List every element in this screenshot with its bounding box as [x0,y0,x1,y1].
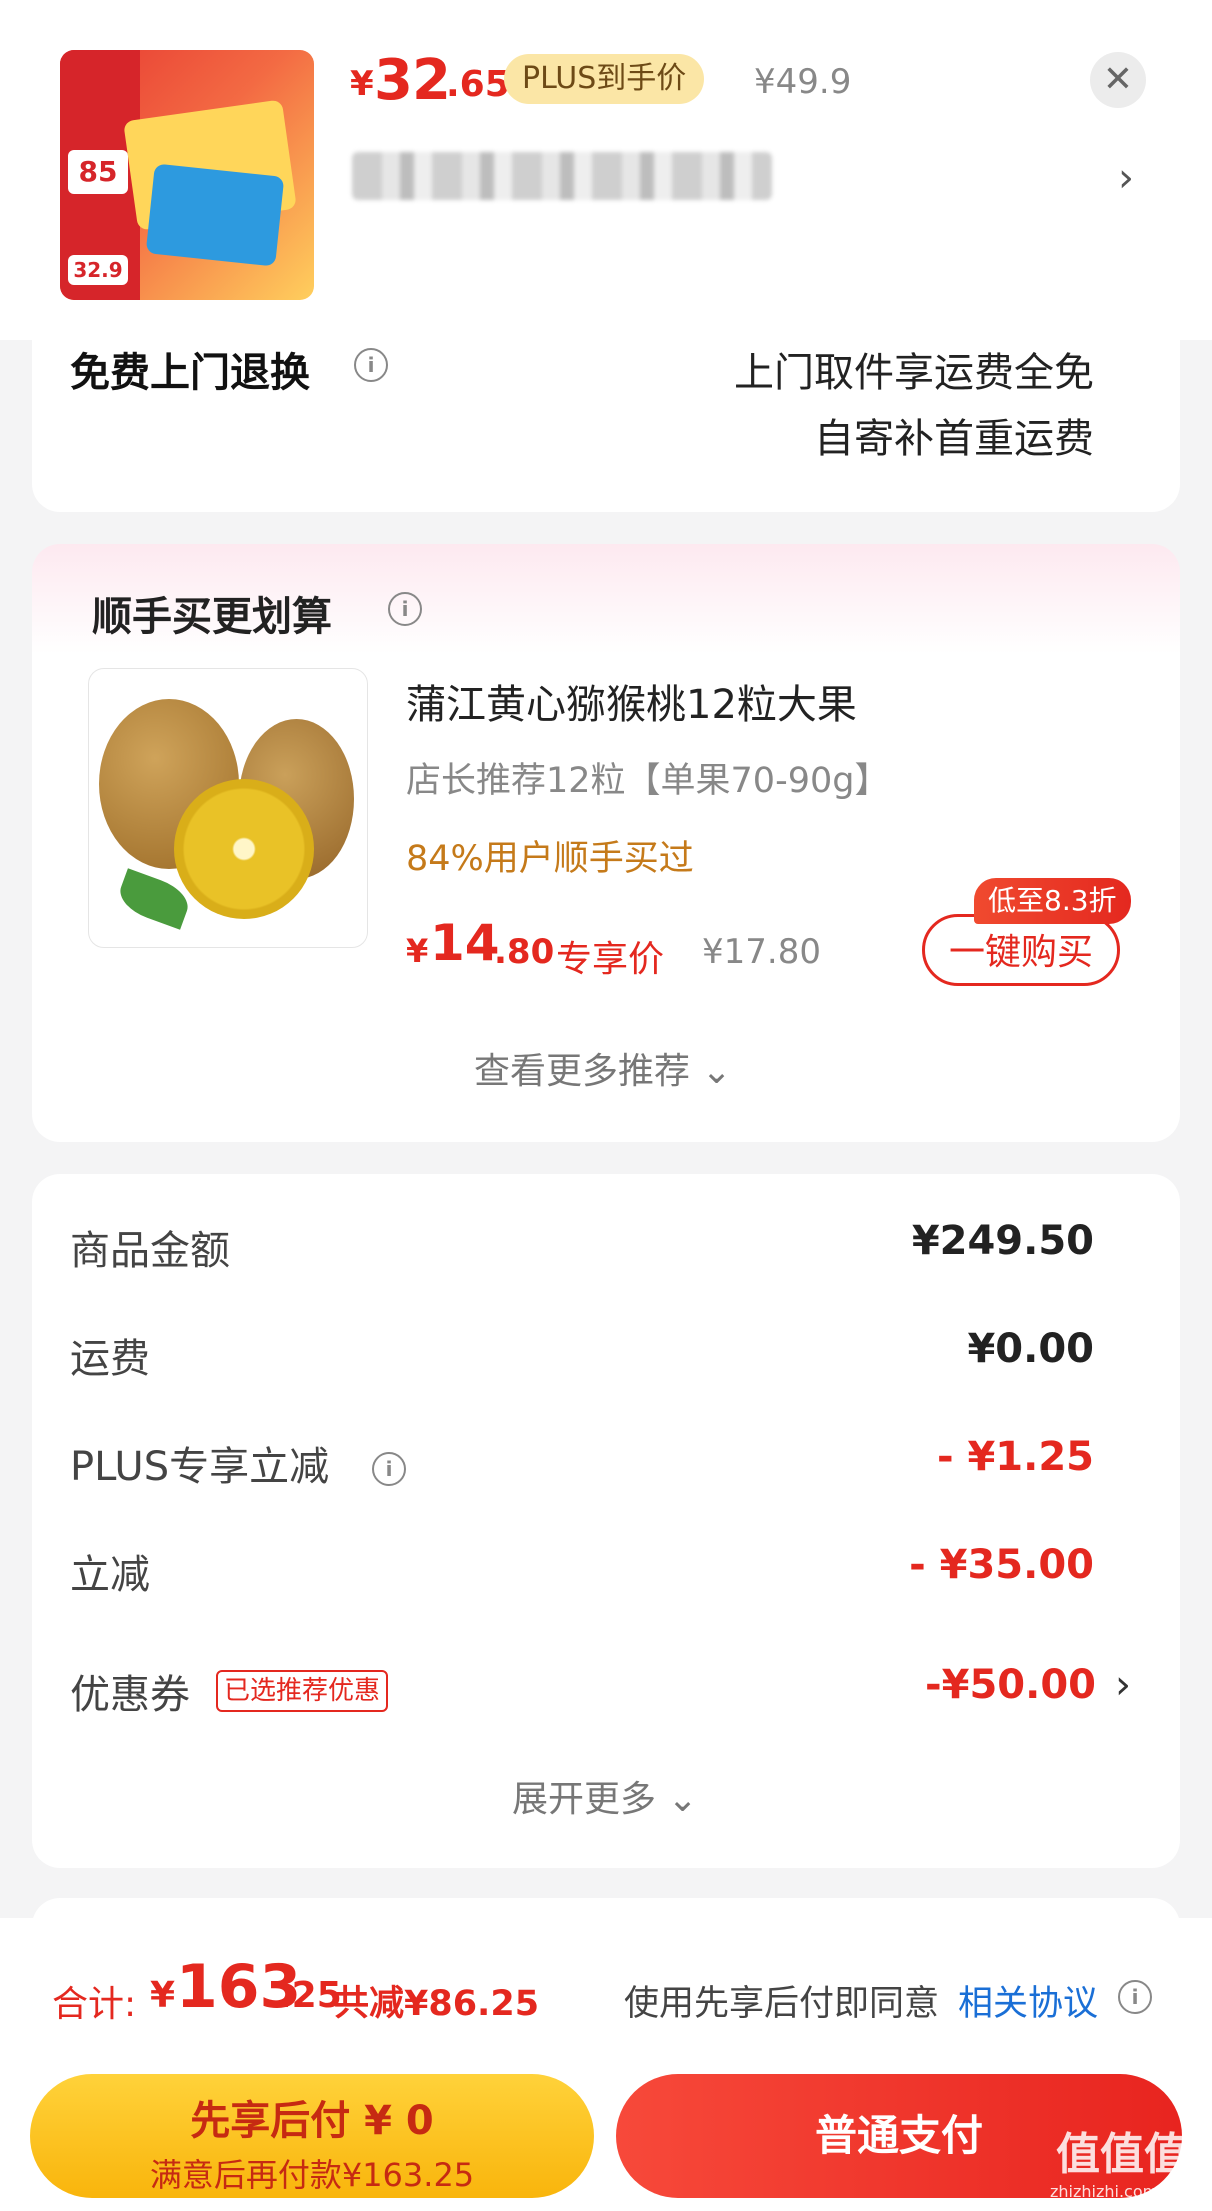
pay-later-label: 先享后付 ¥ 0 [190,2098,434,2144]
summary-value-shipping: ¥0.00 [967,1326,1094,1372]
watermark-logo: 值值值 [1056,2129,1188,2180]
info-icon[interactable]: i [354,348,388,382]
summary-label-goods: 商品金额 [70,1228,230,1274]
pay-later-sublabel: 满意后再付款¥163.25 [149,2156,475,2194]
agreement-link[interactable]: 相关协议 [958,1975,1098,2026]
summary-value-instant-discount: - ¥35.00 [909,1542,1094,1588]
recommendation-product-name[interactable]: 蒲江黄心猕猴桃12粒大果 [406,672,857,730]
plus-price-tag: PLUS到手价 [504,54,705,104]
recommendation-price-integer: 14 [430,914,500,972]
summary-label-shipping: 运费 [70,1336,150,1382]
recommendation-spec: 店长推荐12粒【单果70-90g】 [406,761,890,801]
return-service-line2: 自寄补首重运费 [814,416,1094,462]
expand-more[interactable]: 展开更多 ⌄ [512,1770,698,1822]
return-service-line1: 上门取件享运费全免 [734,350,1094,396]
kiwi-product-image[interactable] [88,668,368,948]
info-icon[interactable]: i [388,592,422,626]
chevron-right-icon[interactable]: › [1118,155,1134,201]
exclusive-price-label: 专享价 [556,939,665,980]
original-price: ¥49.9 [754,62,852,102]
recommendation-price-decimal: .80 [494,932,555,972]
kiwi-slice-graphic [174,779,314,919]
return-service-title: 免费上门退换 [70,350,310,396]
product-thumbnail[interactable]: 85 32.9 [60,50,314,300]
discount-badge: 低至8.3折 [974,878,1131,924]
summary-value-plus-discount: - ¥1.25 [936,1434,1094,1480]
pay-later-button[interactable]: 先享后付 ¥ 0 满意后再付款¥163.25 [30,2074,594,2198]
agreement-text: 使用先享后付即同意 [624,1984,940,2024]
recommendation-price-symbol: ¥ [406,932,429,970]
total-saved: 共减¥86.25 [334,1984,540,2024]
summary-label-coupon[interactable]: 优惠券 [70,1662,190,1720]
thumbnail-badge-32: 32.9 [68,255,128,285]
package-graphic [145,163,285,267]
chevron-right-icon[interactable]: › [1115,1662,1131,1708]
close-icon[interactable]: ✕ [1090,52,1146,108]
summary-value-goods: ¥249.50 [911,1218,1094,1264]
total-decimal: .25 [278,1975,342,2016]
thumbnail-badge-85: 85 [68,150,128,194]
summary-label-plus-discount: PLUS专享立减 [70,1444,330,1490]
price-decimal: .65 [446,64,510,105]
coupon-selected-tag: 已选推荐优惠 [216,1670,389,1712]
info-icon[interactable]: i [372,1452,406,1486]
summary-label-instant-discount: 立减 [70,1552,150,1598]
price-symbol: ¥ [350,64,374,104]
recommendation-original-price: ¥17.80 [702,932,821,972]
total-symbol: ¥ [150,1975,176,2016]
blurred-address [352,152,772,200]
info-icon[interactable]: i [1118,1980,1152,2014]
summary-value-coupon[interactable]: -¥50.00 [925,1662,1096,1708]
recommendation-title: 顺手买更划算 [92,594,332,640]
total-label: 合计: [52,1984,137,2025]
recommendation-social-proof: 84%用户顺手买过 [406,839,694,879]
price-integer: 32 [374,48,451,113]
price-summary-card [32,1174,1180,1868]
watermark-url: zhizhizhi.com [1050,2182,1159,2201]
one-click-buy-button[interactable]: 一键购买 [922,914,1120,986]
view-more-recommendations[interactable]: 查看更多推荐 ⌄ [474,1042,732,1094]
